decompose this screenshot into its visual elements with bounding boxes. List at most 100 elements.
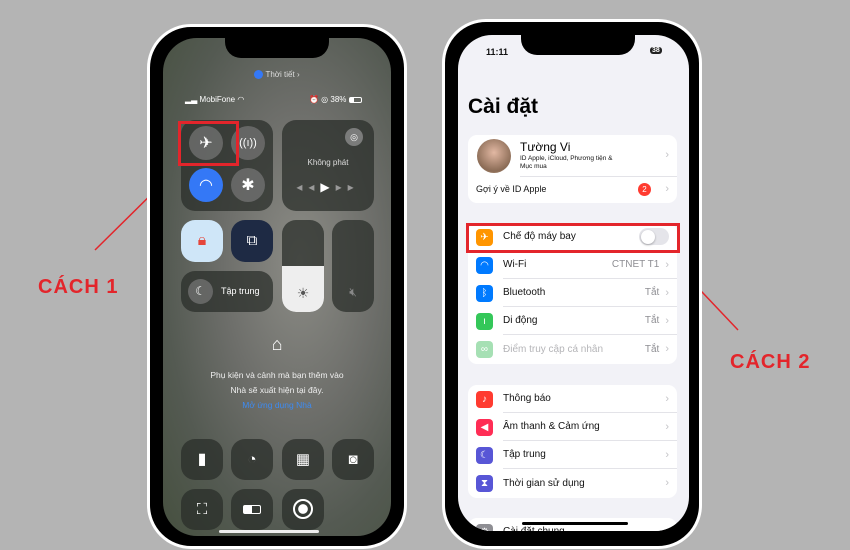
calculator-button[interactable]: ▦ <box>282 439 324 480</box>
highlight-airplane-row <box>466 223 680 253</box>
wifi-button[interactable]: ◠ <box>189 168 223 202</box>
cellular-icon: ı <box>476 312 493 330</box>
avatar <box>477 139 511 173</box>
timer-button[interactable]: ◔ <box>231 439 273 480</box>
open-home-app-link[interactable]: Mở ứng dụng Nhà <box>163 400 391 410</box>
battery-status: ⏰ ◎ 38% <box>309 95 362 104</box>
settings-row[interactable]: ☾ Tập trung › <box>468 441 677 469</box>
rewind-icon[interactable]: ◂◂ <box>296 180 320 194</box>
row-label: Bluetooth <box>503 287 546 298</box>
row-value: CTNET T1 <box>611 259 660 270</box>
carrier: ▂▃ MobiFone ◠ <box>185 95 245 104</box>
phone-control-center: Thời tiết › ▂▃ MobiFone ◠ ⏰ ◎ 38% ✈ ((ı)… <box>147 24 407 549</box>
phone-settings: 11:11 38 Cài đặt Tường Vi ID Apple, iClo… <box>442 19 702 549</box>
weather-link[interactable]: Thời tiết › <box>163 70 391 80</box>
rotation-lock-button[interactable]: 🔒︎ <box>181 220 223 262</box>
screen-mirroring-icon: ⧉ <box>246 232 258 249</box>
row-label: Wi-Fi <box>503 259 527 270</box>
low-power-button[interactable] <box>231 489 273 530</box>
volume-slider[interactable]: 🔇︎ <box>332 220 374 312</box>
home-icon: ⌂ <box>271 334 283 354</box>
notch <box>521 35 635 55</box>
profile-card[interactable]: Tường Vi ID Apple, iCloud, Phương tiện &… <box>468 135 677 203</box>
settings-row[interactable]: ⧗ Thời gian sử dụng › <box>468 469 677 497</box>
signal-icon: ▂▃ <box>185 95 198 104</box>
screen-mirroring-button[interactable]: ⧉ <box>231 220 273 262</box>
row-value: Tắt <box>644 315 660 326</box>
hourglass-icon: ⧗ <box>476 474 493 492</box>
settings-row[interactable]: ♪ Thông báo › <box>468 385 677 413</box>
bell-icon: ♪ <box>476 390 493 408</box>
timer-icon: ◔ <box>247 451 257 468</box>
battery-icon <box>348 96 362 103</box>
bluetooth-icon: ✱ <box>241 177 255 194</box>
bluetooth-icon: ᛒ <box>476 284 493 302</box>
highlight-airplane <box>178 121 239 166</box>
chevron-right-icon: › <box>665 420 669 433</box>
airplay-icon[interactable]: ◎ <box>345 128 363 146</box>
row-label: Thời gian sử dụng <box>503 477 585 489</box>
home-message: Phụ kiện và cảnh mà bạn thêm vào Nhà sẽ x… <box>210 370 344 395</box>
wifi-icon: ◠ <box>199 177 213 194</box>
apple-id-suggestions[interactable]: Gợi ý về ID Apple <box>476 184 546 194</box>
mute-icon: 🔇︎ <box>349 285 357 299</box>
media-tile: ◎ Không phát ◂◂▶▸▸ <box>282 120 374 211</box>
record-icon <box>293 499 313 519</box>
battery-icon <box>243 505 261 514</box>
arrows <box>94 0 739 331</box>
wifi-status-icon: ◠ <box>237 95 245 104</box>
settings-row[interactable]: ∞ Điểm truy cập cá nhân Tắt › <box>468 335 677 363</box>
gear-icon: ⚙ <box>476 523 493 531</box>
control-center-screen: Thời tiết › ▂▃ MobiFone ◠ ⏰ ◎ 38% ✈ ((ı)… <box>163 38 391 536</box>
flashlight-icon: ▮ <box>197 451 207 468</box>
notch <box>225 38 329 58</box>
brightness-slider[interactable]: ☀ <box>282 220 324 312</box>
chevron-right-icon: › <box>665 477 669 489</box>
chevron-right-icon: › <box>665 392 669 405</box>
chevron-right-icon: › <box>665 149 669 161</box>
row-value: Tắt <box>644 343 660 355</box>
row-label: Di động <box>503 315 538 326</box>
location-icon <box>254 70 264 80</box>
forward-icon[interactable]: ▸▸ <box>336 180 360 194</box>
focus-button[interactable]: ☾ Tập trung <box>181 271 273 312</box>
wifi-icon: ◠ <box>476 256 493 274</box>
chevron-right-icon: › <box>665 258 669 271</box>
row-value: Tắt <box>644 287 660 298</box>
sun-icon: ☀ <box>296 285 310 301</box>
row-label: Âm thanh & Cảm ứng <box>503 421 600 432</box>
home-indicator[interactable] <box>219 530 319 533</box>
cellular-icon: ((ı)) <box>239 137 257 149</box>
settings-row[interactable]: ◠ Wi-Fi CTNET T1 › <box>468 251 677 279</box>
row-label: Thông báo <box>503 393 551 404</box>
rotation-lock-icon: 🔒︎ <box>197 232 207 249</box>
chevron-right-icon: › <box>665 183 669 195</box>
row-label: Tập trung <box>503 449 546 460</box>
battery-icon: 38 <box>650 47 662 54</box>
settings-row[interactable]: ı Di động Tắt › <box>468 307 677 335</box>
moon-icon: ☾ <box>476 446 493 464</box>
home-indicator[interactable] <box>522 522 628 525</box>
calculator-icon: ▦ <box>295 451 311 468</box>
camera-button[interactable]: ◙ <box>332 439 374 480</box>
media-status: Không phát <box>307 158 349 167</box>
play-icon[interactable]: ▶ <box>320 180 335 194</box>
flashlight-button[interactable]: ▮ <box>181 439 223 480</box>
hotspot-icon: ∞ <box>476 340 493 358</box>
qr-scanner-button[interactable]: ⛶ <box>181 489 223 530</box>
speaker-icon: ◀ <box>476 418 493 436</box>
bluetooth-button[interactable]: ✱ <box>231 168 265 202</box>
settings-screen: 11:11 38 Cài đặt Tường Vi ID Apple, iClo… <box>458 35 689 531</box>
screen-record-button[interactable] <box>282 489 324 530</box>
settings-row[interactable]: ◀ Âm thanh & Cảm ứng › <box>468 413 677 441</box>
clock: 11:11 <box>486 47 509 57</box>
qr-code-icon: ⛶ <box>196 501 208 518</box>
row-label: Điểm truy cập cá nhân <box>503 343 604 355</box>
settings-row[interactable]: ᛒ Bluetooth Tắt › <box>468 279 677 307</box>
chevron-right-icon: › <box>665 314 669 327</box>
chevron-right-icon: › <box>665 286 669 299</box>
notifications-card: ♪ Thông báo › ◀ Âm thanh & Cảm ứng › ☾ Tập trun… <box>468 385 677 498</box>
page-title: Cài đặt <box>468 95 539 118</box>
chevron-right-icon: › <box>665 448 669 461</box>
chevron-right-icon: › <box>665 343 669 355</box>
